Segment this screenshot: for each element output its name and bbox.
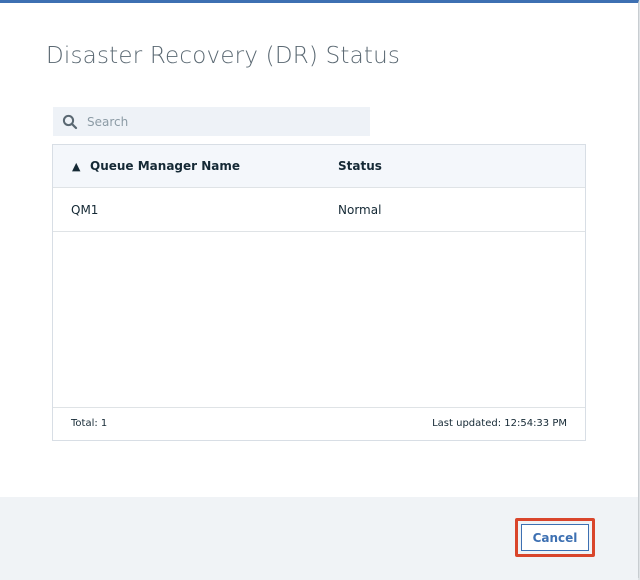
last-updated: Last updated: 12:54:33 PM	[432, 418, 567, 429]
cancel-button[interactable]: Cancel	[521, 524, 589, 551]
dialog-title: Disaster Recovery (DR) Status	[46, 43, 401, 69]
cancel-button-highlight: Cancel	[515, 518, 595, 557]
table-footer: Total: 1 Last updated: 12:54:33 PM	[53, 407, 585, 440]
dialog-footer: Cancel	[0, 497, 638, 580]
cell-queue-manager-name: QM1	[71, 203, 99, 217]
total-count: Total: 1	[71, 418, 108, 429]
sort-ascending-icon[interactable]: ▲	[72, 160, 80, 173]
table-row[interactable]: QM1 Normal	[53, 188, 585, 232]
column-header-queue-manager-name[interactable]: Queue Manager Name	[90, 159, 240, 173]
table-header: ▲ Queue Manager Name Status	[53, 145, 585, 188]
column-header-status[interactable]: Status	[338, 159, 382, 173]
search-input[interactable]	[87, 107, 357, 136]
search-icon	[62, 114, 78, 130]
search-bar[interactable]	[53, 107, 370, 136]
dr-status-table: ▲ Queue Manager Name Status QM1 Normal T…	[52, 144, 586, 441]
dr-status-dialog: Disaster Recovery (DR) Status ▲ Queue Ma…	[0, 0, 639, 580]
cell-status: Normal	[338, 203, 382, 217]
